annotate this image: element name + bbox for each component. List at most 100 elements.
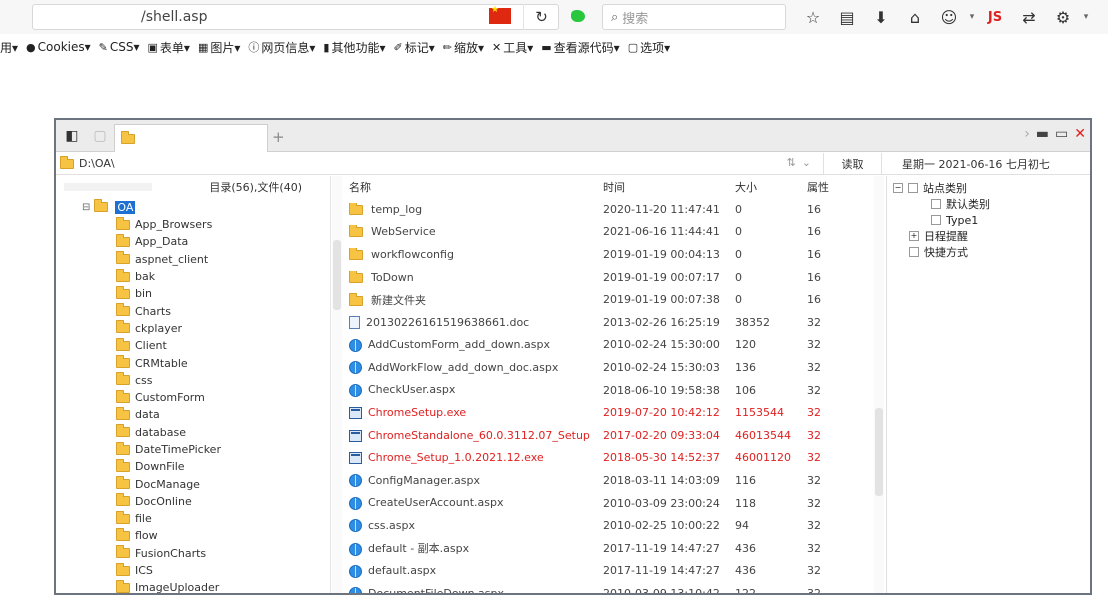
- translate-icon[interactable]: ⇄: [1012, 4, 1046, 30]
- toolbar-item-zoom[interactable]: ✏ 缩放▾: [443, 39, 484, 56]
- cell-name: ToDown: [343, 270, 603, 284]
- toolbar-item-mark[interactable]: ✐ 标记▾: [394, 39, 435, 56]
- tree-scrollbar-thumb[interactable]: [333, 240, 341, 310]
- column-time[interactable]: 时间: [603, 179, 735, 195]
- tree-scrollbar[interactable]: [332, 176, 342, 593]
- tree-item[interactable]: CustomForm: [56, 389, 330, 406]
- side-item-schedule[interactable]: + 日程提醒: [887, 228, 1090, 244]
- reload-button[interactable]: ↻: [523, 4, 559, 30]
- bookmark-star-icon[interactable]: ☆: [796, 4, 830, 30]
- chevron-right-icon[interactable]: ›: [1024, 126, 1030, 142]
- profile-icon[interactable]: ☺: [932, 4, 966, 30]
- toolbar-item-tools[interactable]: ✕ 工具▾: [492, 39, 533, 56]
- file-list-scrollbar[interactable]: [874, 176, 884, 593]
- table-row[interactable]: css.aspx 2010-02-25 10:00:22 94 32: [343, 514, 883, 537]
- tree-item[interactable]: ckplayer: [56, 320, 330, 337]
- table-row[interactable]: temp_log 2020-11-20 11:47:41 0 16: [343, 198, 883, 221]
- table-row[interactable]: ChromeStandalone_60.0.3112.07_Setup 2017-…: [343, 424, 883, 447]
- url-bar[interactable]: /shell.asp: [32, 4, 559, 30]
- tree-item[interactable]: bak: [56, 268, 330, 285]
- new-tab-button[interactable]: +: [272, 128, 285, 146]
- minimize-icon[interactable]: ▬: [1036, 126, 1049, 142]
- tree-item[interactable]: Client: [56, 337, 330, 354]
- toolbar-item-cookies[interactable]: ● Cookies▾: [26, 40, 91, 54]
- tree-item[interactable]: App_Data: [56, 233, 330, 250]
- table-row[interactable]: CheckUser.aspx 2018-06-10 19:58:38 106 32: [343, 379, 883, 402]
- tree-item[interactable]: App_Browsers: [56, 216, 330, 233]
- table-row[interactable]: Chrome_Setup_1.0.2021.12.exe 2018-05-30 1…: [343, 447, 883, 470]
- china-flag-icon[interactable]: [489, 5, 511, 24]
- read-button[interactable]: 读取: [824, 152, 882, 175]
- column-size[interactable]: 大小: [735, 179, 807, 195]
- toolbar-item-source[interactable]: ▬ 查看源代码▾: [541, 39, 619, 56]
- tree-item[interactable]: Charts: [56, 302, 330, 319]
- file-name: Chrome_Setup_1.0.2021.12.exe: [368, 451, 544, 465]
- tree-item[interactable]: css: [56, 372, 330, 389]
- profile-dropdown-icon[interactable]: ▾: [966, 4, 978, 30]
- side-item-type1[interactable]: Type1: [887, 212, 1090, 228]
- side-item-categories[interactable]: − 站点类别: [887, 180, 1090, 196]
- table-row[interactable]: default.aspx 2017-11-19 14:47:27 436 32: [343, 560, 883, 583]
- tree-root[interactable]: ⊟ OA: [56, 198, 330, 216]
- menu-dropdown-icon[interactable]: ▾: [1080, 4, 1092, 30]
- table-row[interactable]: 新建文件夹 2019-01-19 00:07:38 0 16: [343, 288, 883, 311]
- table-row[interactable]: CreateUserAccount.aspx 2010-03-09 23:00:2…: [343, 492, 883, 515]
- tab-grid-icon[interactable]: ▢: [90, 126, 110, 146]
- sidebar-toggle-icon[interactable]: ◧: [62, 126, 82, 146]
- tree-item[interactable]: DownFile: [56, 458, 330, 475]
- collapse-icon[interactable]: −: [893, 183, 903, 193]
- toolbar-item-0[interactable]: 用▾: [0, 39, 18, 56]
- table-row[interactable]: ToDown 2019-01-19 00:07:17 0 16: [343, 266, 883, 289]
- js-toggle-icon[interactable]: JS: [978, 4, 1012, 30]
- table-row[interactable]: default - 副本.aspx 2017-11-19 14:47:27 436 3…: [343, 537, 883, 560]
- toolbar-item-forms[interactable]: ▣ 表单▾: [148, 39, 190, 56]
- maximize-icon[interactable]: ▭: [1055, 126, 1068, 142]
- tree-item[interactable]: ImageUploader: [56, 579, 330, 593]
- tree-item[interactable]: ICS: [56, 562, 330, 579]
- tree-item[interactable]: database: [56, 424, 330, 441]
- toolbar-item-images[interactable]: ▦ 图片▾: [198, 39, 240, 56]
- side-item-default-category[interactable]: 默认类别: [887, 196, 1090, 212]
- file-list-scrollbar-thumb[interactable]: [875, 408, 883, 496]
- tree-item[interactable]: CRMtable: [56, 354, 330, 371]
- table-row[interactable]: workflowconfig 2019-01-19 00:04:13 0 16: [343, 243, 883, 266]
- toolbar-item-options[interactable]: ▢ 选项▾: [628, 39, 670, 56]
- tree-item[interactable]: data: [56, 406, 330, 423]
- reading-list-icon[interactable]: ▤: [830, 4, 864, 30]
- tree-item[interactable]: DocManage: [56, 475, 330, 492]
- table-row[interactable]: DocumentFileDown.aspx 2010-03-09 13:10:42…: [343, 582, 883, 593]
- extension-icon[interactable]: ⚙: [1046, 4, 1080, 30]
- tree-item[interactable]: FusionCharts: [56, 545, 330, 562]
- close-icon[interactable]: ✕: [1074, 126, 1086, 142]
- tree-item[interactable]: file: [56, 510, 330, 527]
- tab-current[interactable]: [114, 124, 268, 152]
- green-extension-icon[interactable]: [571, 10, 585, 22]
- folder-icon: [116, 406, 130, 420]
- path-input[interactable]: D:\OA\ ⇅⌄: [56, 152, 824, 175]
- table-row[interactable]: AddWorkFlow_add_down_doc.aspx 2010-02-24 …: [343, 356, 883, 379]
- table-row[interactable]: AddCustomForm_add_down.aspx 2010-02-24 15…: [343, 334, 883, 357]
- download-icon[interactable]: ⬇: [864, 4, 898, 30]
- tree-item[interactable]: bin: [56, 285, 330, 302]
- collapse-icon[interactable]: ⊟: [82, 202, 90, 213]
- toolbar-item-css[interactable]: ✎ CSS▾: [99, 40, 140, 54]
- home-icon[interactable]: ⌂: [898, 4, 932, 30]
- table-row[interactable]: ChromeSetup.exe 2019-07-20 10:42:12 115354…: [343, 401, 883, 424]
- side-item-shortcuts[interactable]: 快捷方式: [887, 244, 1090, 260]
- tree-item[interactable]: DocOnline: [56, 493, 330, 510]
- path-arrows-icon[interactable]: ⇅⌄: [787, 156, 817, 169]
- table-row[interactable]: 20130226161519638661.doc 2013-02-26 16:25…: [343, 311, 883, 334]
- cell-attr: 32: [807, 360, 821, 374]
- cell-name: CheckUser.aspx: [343, 383, 603, 397]
- search-bar[interactable]: ⌕ 搜索: [602, 4, 786, 30]
- toolbar-item-pageinfo[interactable]: ⓘ 网页信息▾: [248, 39, 315, 56]
- table-row[interactable]: ConfigManager.aspx 2018-03-11 14:03:09 116…: [343, 469, 883, 492]
- tree-item[interactable]: DateTimePicker: [56, 441, 330, 458]
- tree-item[interactable]: aspnet_client: [56, 251, 330, 268]
- toolbar-item-other[interactable]: ▮ 其他功能▾: [323, 39, 385, 56]
- table-row[interactable]: WebService 2021-06-16 11:44:41 0 16: [343, 221, 883, 244]
- tree-item[interactable]: flow: [56, 527, 330, 544]
- column-attr[interactable]: 属性: [807, 179, 857, 195]
- column-name[interactable]: 名称: [343, 179, 603, 195]
- cell-attr: 32: [807, 383, 821, 397]
